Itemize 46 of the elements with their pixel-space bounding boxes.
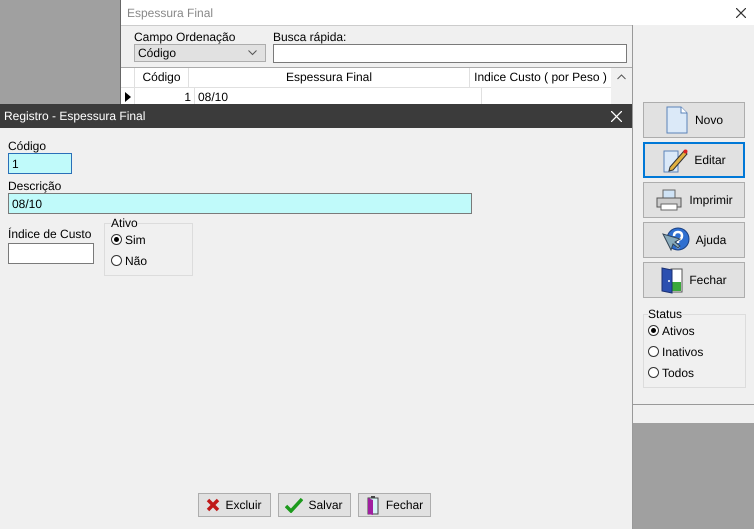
window-title: Espessura Final	[127, 6, 214, 20]
checkmark-icon	[285, 497, 304, 513]
new-button[interactable]: Novo	[643, 102, 745, 138]
edit-button[interactable]: Editar	[643, 142, 745, 178]
radio-button[interactable]	[111, 234, 122, 245]
chevron-down-icon	[248, 50, 257, 56]
radio-button[interactable]	[648, 325, 659, 336]
group-label: Status	[648, 308, 682, 320]
group-label: Ativo	[111, 217, 138, 229]
sort-dropdown[interactable]: Código	[134, 44, 266, 62]
search-field[interactable]	[273, 44, 627, 63]
dialog-title: Registro - Espessura Final	[4, 109, 146, 123]
pencil-document-icon	[662, 147, 688, 173]
column-header[interactable]: Indice Custo ( por Peso )	[470, 68, 611, 87]
active-radio[interactable]: Sim	[111, 229, 186, 250]
active-radio[interactable]: Não	[111, 250, 186, 271]
field-label: Campo Ordenação	[134, 30, 236, 44]
door-icon	[661, 266, 684, 294]
input-field[interactable]: 08/10	[8, 193, 472, 214]
save-button[interactable]: Salvar	[278, 493, 350, 517]
door-icon	[364, 495, 381, 515]
cross-icon	[206, 498, 220, 512]
status-radio[interactable]: Todos	[648, 362, 741, 383]
printer-icon	[655, 189, 684, 211]
field-label: Descrição	[8, 179, 62, 193]
close-icon[interactable]	[736, 8, 746, 18]
status-radio[interactable]: Ativos	[648, 320, 741, 341]
help-icon	[662, 226, 690, 254]
input-field[interactable]	[8, 243, 94, 264]
delete-button[interactable]: Excluir	[198, 493, 270, 517]
close-button[interactable]: Fechar	[643, 262, 745, 298]
radio-button[interactable]	[111, 255, 122, 266]
document-icon	[664, 106, 689, 134]
column-header[interactable]: Espessura Final	[189, 68, 470, 87]
input-field[interactable]: 1	[8, 153, 72, 174]
field-label: Código	[8, 139, 46, 153]
print-button[interactable]: Imprimir	[643, 182, 745, 218]
column-header[interactable]: Código	[135, 68, 189, 87]
scroll-up-icon[interactable]	[617, 74, 626, 80]
field-label: Busca rápida:	[273, 30, 348, 44]
radio-button[interactable]	[648, 346, 659, 357]
close-button[interactable]: Fechar	[358, 493, 430, 517]
radio-button[interactable]	[648, 367, 659, 378]
field-label: Índice de Custo	[8, 227, 92, 241]
help-button[interactable]: Ajuda	[643, 222, 745, 258]
status-radio[interactable]: Inativos	[648, 341, 741, 362]
